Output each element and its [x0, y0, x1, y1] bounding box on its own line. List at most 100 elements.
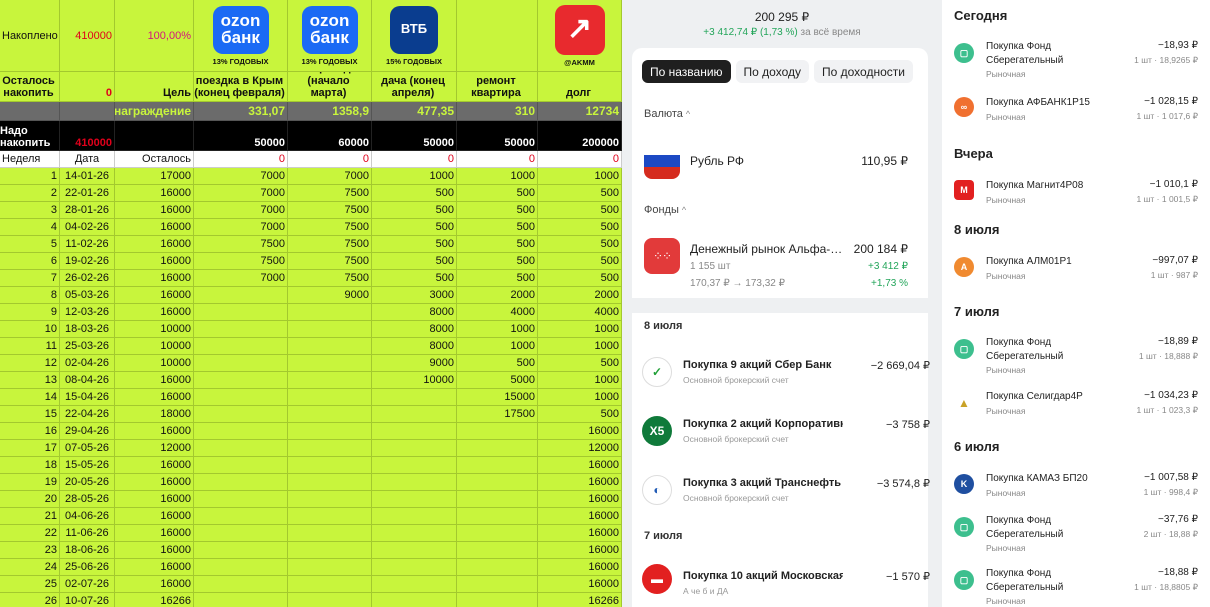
date-cell[interactable]: 22-04-26 — [60, 406, 115, 423]
remaining-cell[interactable]: 17000 — [115, 168, 194, 185]
date-cell[interactable]: 25-06-26 — [60, 559, 115, 576]
remaining-cell[interactable]: 16000 — [115, 270, 194, 287]
dacha-cell[interactable] — [372, 457, 457, 474]
moving-cell[interactable]: 7500 — [288, 270, 372, 287]
week-cell[interactable]: 9 — [0, 304, 60, 321]
repair-cell[interactable]: 1000 — [457, 168, 538, 185]
debt-cell[interactable]: 1000 — [538, 372, 622, 389]
crimea-cell[interactable] — [194, 525, 288, 542]
col-header-remaining[interactable]: Осталось — [115, 151, 194, 168]
week-cell[interactable]: 14 — [0, 389, 60, 406]
reward-value[interactable]: 310 — [457, 102, 538, 121]
debt-cell[interactable]: 4000 — [538, 304, 622, 321]
moving-cell[interactable]: 7500 — [288, 185, 372, 202]
week-cell[interactable]: 8 — [0, 287, 60, 304]
repair-cell[interactable] — [457, 525, 538, 542]
need-value[interactable]: 200000 — [538, 121, 622, 151]
dacha-cell[interactable] — [372, 542, 457, 559]
moving-cell[interactable] — [288, 559, 372, 576]
repair-cell[interactable]: 1000 — [457, 321, 538, 338]
repair-cell[interactable]: 500 — [457, 185, 538, 202]
date-cell[interactable]: 22-01-26 — [60, 185, 115, 202]
reward-value[interactable]: 331,07 — [194, 102, 288, 121]
debt-cell[interactable]: 16000 — [538, 559, 622, 576]
week-cell[interactable]: 4 — [0, 219, 60, 236]
remaining-cell[interactable]: 10000 — [115, 355, 194, 372]
goal-debt[interactable]: долг — [538, 72, 622, 102]
moving-cell[interactable] — [288, 576, 372, 593]
week-cell[interactable]: 1 — [0, 168, 60, 185]
dacha-cell[interactable]: 9000 — [372, 355, 457, 372]
crimea-cell[interactable] — [194, 474, 288, 491]
repair-cell[interactable]: 2000 — [457, 287, 538, 304]
moving-cell[interactable] — [288, 491, 372, 508]
cel-label[interactable]: Цель — [115, 72, 194, 102]
repair-cell[interactable] — [457, 423, 538, 440]
repair-cell[interactable]: 500 — [457, 219, 538, 236]
moving-cell[interactable]: 7000 — [288, 168, 372, 185]
repair-cell[interactable]: 500 — [457, 355, 538, 372]
week-cell[interactable]: 11 — [0, 338, 60, 355]
remaining-cell[interactable]: 16000 — [115, 185, 194, 202]
crimea-cell[interactable]: 7500 — [194, 236, 288, 253]
crimea-cell[interactable]: 7000 — [194, 168, 288, 185]
date-cell[interactable]: 10-07-26 — [60, 593, 115, 607]
debt-cell[interactable]: 2000 — [538, 287, 622, 304]
filter-by-yield[interactable]: По доходности — [814, 60, 913, 83]
debt-cell[interactable]: 16000 — [538, 423, 622, 440]
dacha-cell[interactable] — [372, 474, 457, 491]
date-cell[interactable]: 18-06-26 — [60, 542, 115, 559]
crimea-cell[interactable] — [194, 338, 288, 355]
need-value[interactable]: 50000 — [372, 121, 457, 151]
date-cell[interactable]: 04-06-26 — [60, 508, 115, 525]
need-label[interactable]: Надо накопить — [0, 121, 60, 151]
date-cell[interactable]: 02-04-26 — [60, 355, 115, 372]
repair-cell[interactable]: 1000 — [457, 338, 538, 355]
dacha-cell[interactable]: 500 — [372, 253, 457, 270]
remaining-cell[interactable]: 16000 — [115, 287, 194, 304]
week-cell[interactable]: 22 — [0, 525, 60, 542]
crimea-cell[interactable]: 7000 — [194, 219, 288, 236]
dacha-cell[interactable]: 8000 — [372, 304, 457, 321]
week-cell[interactable]: 7 — [0, 270, 60, 287]
moving-cell[interactable] — [288, 440, 372, 457]
dacha-cell[interactable] — [372, 593, 457, 607]
currency-name[interactable]: Рубль РФ — [690, 154, 744, 168]
reward-value[interactable]: 12734 — [538, 102, 622, 121]
dacha-cell[interactable]: 8000 — [372, 321, 457, 338]
debt-cell[interactable]: 500 — [538, 202, 622, 219]
repair-cell[interactable]: 500 — [457, 202, 538, 219]
remaining-cell[interactable]: 16000 — [115, 304, 194, 321]
reward-value[interactable]: 1358,9 — [288, 102, 372, 121]
debt-cell[interactable]: 16000 — [538, 508, 622, 525]
crimea-cell[interactable] — [194, 593, 288, 607]
crimea-cell[interactable]: 7000 — [194, 185, 288, 202]
repair-cell[interactable]: 15000 — [457, 389, 538, 406]
remaining-cell[interactable]: 16000 — [115, 474, 194, 491]
date-cell[interactable]: 12-03-26 — [60, 304, 115, 321]
crimea-cell[interactable]: 7000 — [194, 202, 288, 219]
date-cell[interactable]: 07-05-26 — [60, 440, 115, 457]
filter-by-income[interactable]: По доходу — [735, 60, 809, 83]
week-cell[interactable]: 23 — [0, 542, 60, 559]
dacha-cell[interactable] — [372, 576, 457, 593]
col-header-zero[interactable]: 0 — [194, 151, 288, 168]
remaining-cell[interactable]: 16000 — [115, 525, 194, 542]
goal-repair[interactable]: ремонт квартира — [457, 72, 538, 102]
need-value[interactable]: 50000 — [457, 121, 538, 151]
debt-cell[interactable]: 1000 — [538, 321, 622, 338]
dacha-cell[interactable] — [372, 559, 457, 576]
empty-logo-cell[interactable] — [457, 0, 538, 72]
repair-cell[interactable]: 17500 — [457, 406, 538, 423]
need-total[interactable]: 410000 — [60, 121, 115, 151]
goal-crimea[interactable]: поездка в Крым (конец февраля) — [194, 72, 288, 102]
dacha-cell[interactable] — [372, 406, 457, 423]
remaining-cell[interactable]: 16000 — [115, 372, 194, 389]
remaining-cell[interactable]: 16000 — [115, 576, 194, 593]
crimea-cell[interactable] — [194, 491, 288, 508]
dacha-cell[interactable] — [372, 440, 457, 457]
debt-cell[interactable]: 16000 — [538, 542, 622, 559]
dacha-cell[interactable] — [372, 389, 457, 406]
repair-cell[interactable]: 5000 — [457, 372, 538, 389]
remaining-cell[interactable]: 16000 — [115, 253, 194, 270]
